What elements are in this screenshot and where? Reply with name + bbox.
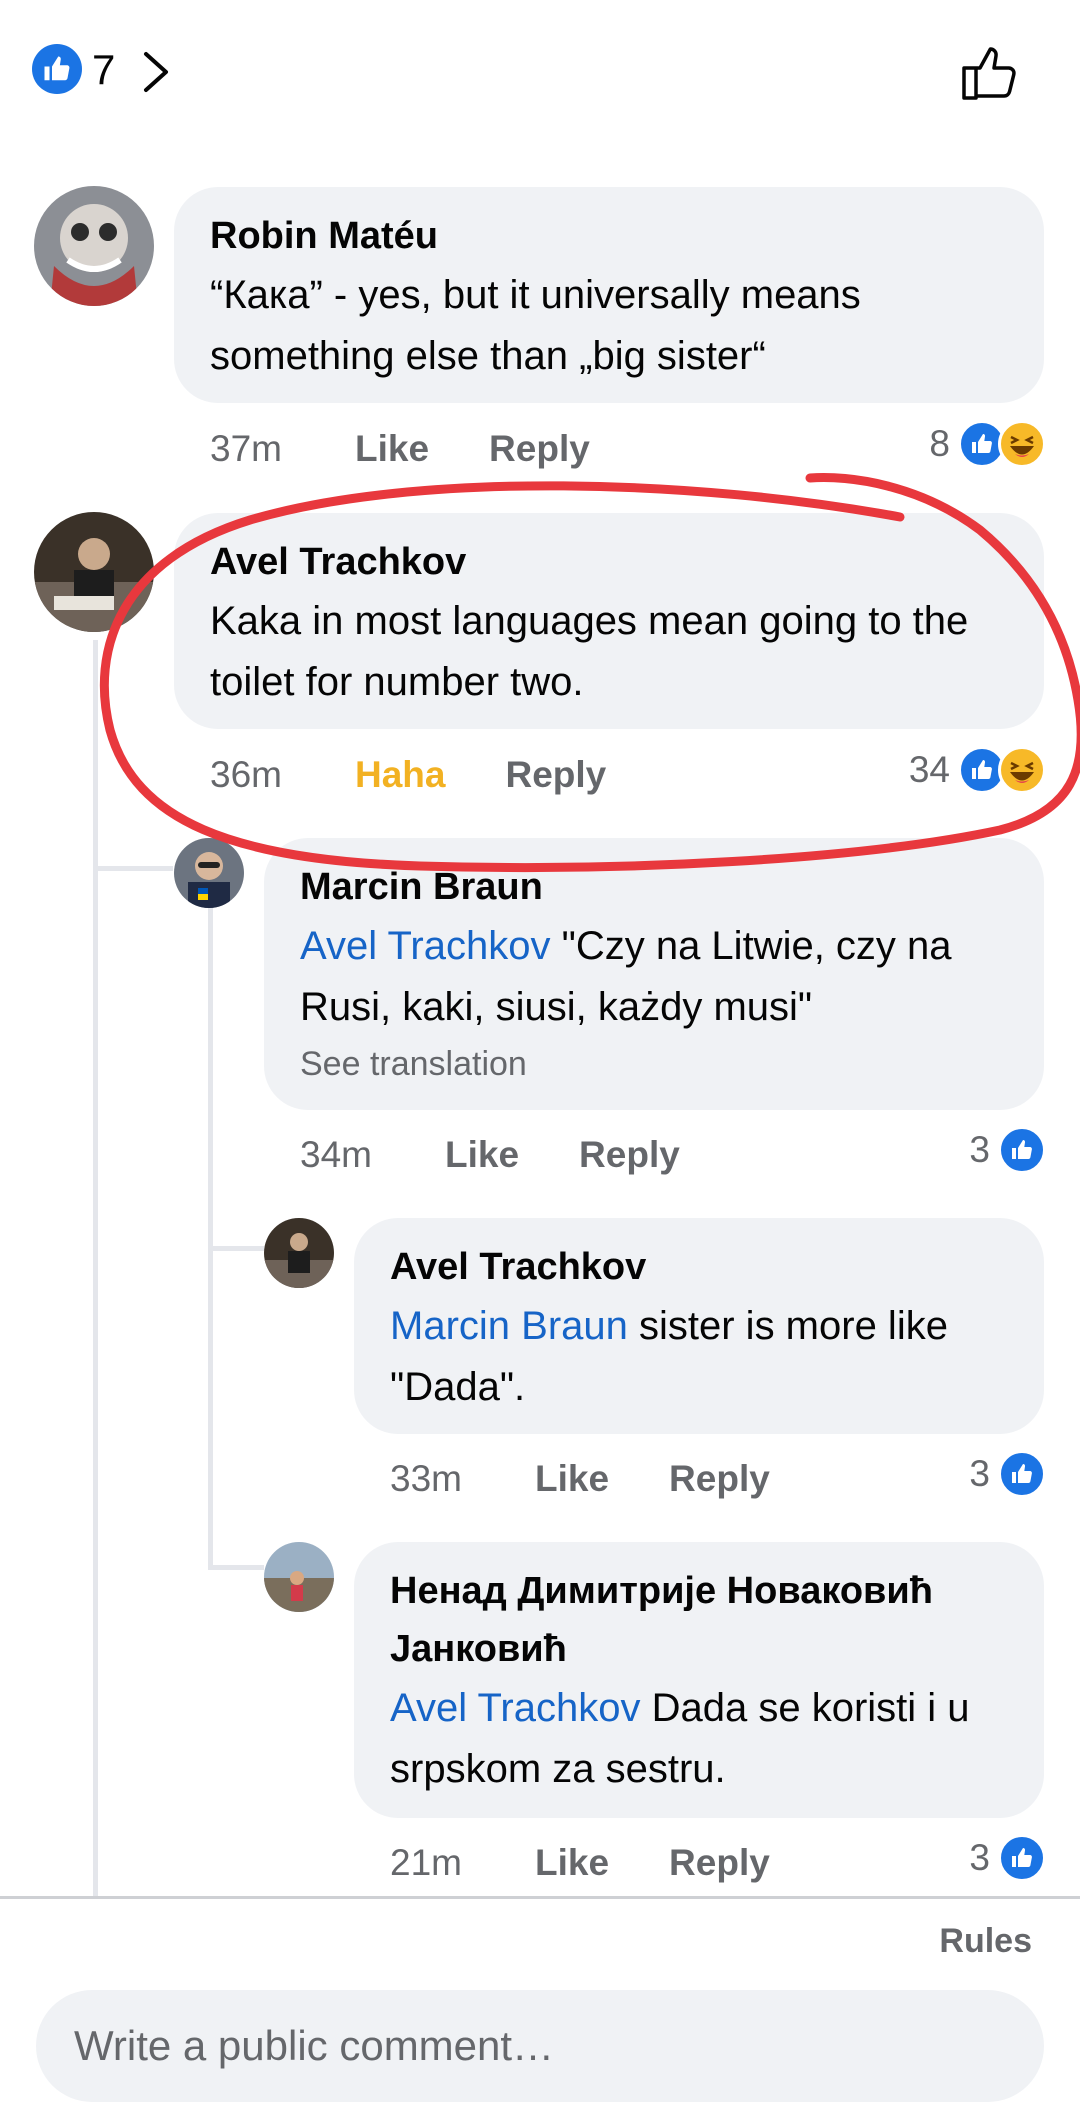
like-icon — [998, 1126, 1046, 1174]
comment-text: Marcin Braun sister is more like "Dada". — [390, 1296, 1008, 1418]
haha-reaction-button[interactable]: Haha — [355, 750, 445, 800]
comment-actions: 34m Like Reply — [300, 1130, 740, 1180]
haha-icon — [998, 420, 1046, 468]
comment-bubble[interactable]: Marcin Braun Avel Trachkov "Czy na Litwi… — [264, 838, 1044, 1110]
thread-branch — [208, 1246, 264, 1251]
comment-author[interactable]: Ненад Димитрије Новаковић Јанковић — [390, 1562, 1008, 1678]
reply-button[interactable]: Reply — [669, 1838, 770, 1888]
comment-text: Kaka in most languages mean going to the… — [210, 599, 969, 704]
reaction-count[interactable]: 7 — [92, 44, 115, 96]
thumbs-up-icon — [44, 56, 70, 81]
comment-time[interactable]: 34m — [300, 1130, 445, 1180]
comment-actions: 21m Like Reply — [390, 1838, 830, 1888]
thread-branch — [93, 866, 173, 871]
mention-link[interactable]: Marcin Braun — [390, 1304, 628, 1348]
comment-bubble[interactable]: Avel Trachkov Kaka in most languages mea… — [174, 513, 1044, 729]
comment-bubble[interactable]: Ненад Димитрије Новаковић Јанковић Avel … — [354, 1542, 1044, 1818]
haha-icon — [998, 746, 1046, 794]
reaction-summary-count: 3 — [969, 1837, 990, 1878]
reply-button[interactable]: Reply — [579, 1130, 680, 1180]
reaction-summary-count: 8 — [929, 423, 950, 464]
comment-time[interactable]: 33m — [390, 1454, 535, 1504]
avatar[interactable] — [264, 1542, 334, 1612]
reaction-summary-count: 3 — [969, 1453, 990, 1494]
comment-actions: 36m Haha Reply — [210, 750, 666, 800]
avatar[interactable] — [264, 1218, 334, 1288]
comment-time[interactable]: 21m — [390, 1838, 535, 1888]
reply-button[interactable]: Reply — [489, 424, 590, 474]
comment-author[interactable]: Avel Trachkov — [210, 533, 1008, 591]
reaction-summary[interactable]: 3 — [969, 1126, 1046, 1174]
comment-text: Avel Trachkov "Czy na Litwie, czy na Rus… — [300, 916, 1008, 1038]
comment-time[interactable]: 36m — [210, 750, 355, 800]
see-translation-link[interactable]: See translation — [300, 1038, 1008, 1090]
reply-button[interactable]: Reply — [505, 750, 606, 800]
reaction-summary[interactable]: 3 — [969, 1450, 1046, 1498]
comment-actions: 37m Like Reply — [210, 424, 650, 474]
reaction-summary[interactable]: 34 — [909, 746, 1046, 794]
reaction-summary-count: 34 — [908, 749, 950, 790]
like-button[interactable]: Like — [535, 1454, 609, 1504]
like-button[interactable]: Like — [535, 1838, 609, 1888]
reaction-summary[interactable]: 8 — [929, 420, 1046, 468]
comment-text: Avel Trachkov Dada se koristi i u srpsko… — [390, 1678, 1008, 1800]
comment-actions: 33m Like Reply — [390, 1454, 830, 1504]
like-button[interactable]: Like — [355, 424, 429, 474]
comment-input[interactable] — [72, 2021, 1008, 2071]
thread-branch — [208, 1565, 264, 1570]
thread-line — [93, 640, 98, 1896]
reaction-summary-count: 3 — [969, 1129, 990, 1170]
comment-bubble[interactable]: Avel Trachkov Marcin Braun sister is mor… — [354, 1218, 1044, 1434]
comment-author[interactable]: Avel Trachkov — [390, 1238, 1008, 1296]
mention-link[interactable]: Avel Trachkov — [300, 924, 551, 968]
chevron-right-icon[interactable] — [136, 48, 176, 96]
like-icon — [998, 1450, 1046, 1498]
comment-author[interactable]: Marcin Braun — [300, 858, 1008, 916]
avatar[interactable] — [34, 186, 154, 306]
comment-time[interactable]: 37m — [210, 424, 355, 474]
mention-link[interactable]: Avel Trachkov — [390, 1686, 641, 1730]
reply-button[interactable]: Reply — [669, 1454, 770, 1504]
comment-author[interactable]: Robin Matéu — [210, 207, 1008, 265]
reaction-summary[interactable]: 3 — [969, 1834, 1046, 1882]
like-reaction-badge[interactable] — [32, 44, 82, 94]
comment-text: “Кака” - yes, but it universally means s… — [210, 273, 861, 378]
thread-line — [208, 905, 213, 1570]
comment-bubble[interactable]: Robin Matéu “Кака” - yes, but it univers… — [174, 187, 1044, 403]
like-button[interactable]: Like — [445, 1130, 519, 1180]
like-outline-icon[interactable] — [958, 40, 1022, 104]
comment-composer[interactable] — [36, 1990, 1044, 2102]
footer-divider — [0, 1896, 1080, 1899]
avatar[interactable] — [174, 838, 244, 908]
rules-link[interactable]: Rules — [939, 1922, 1032, 1961]
avatar[interactable] — [34, 512, 154, 632]
like-icon — [998, 1834, 1046, 1882]
